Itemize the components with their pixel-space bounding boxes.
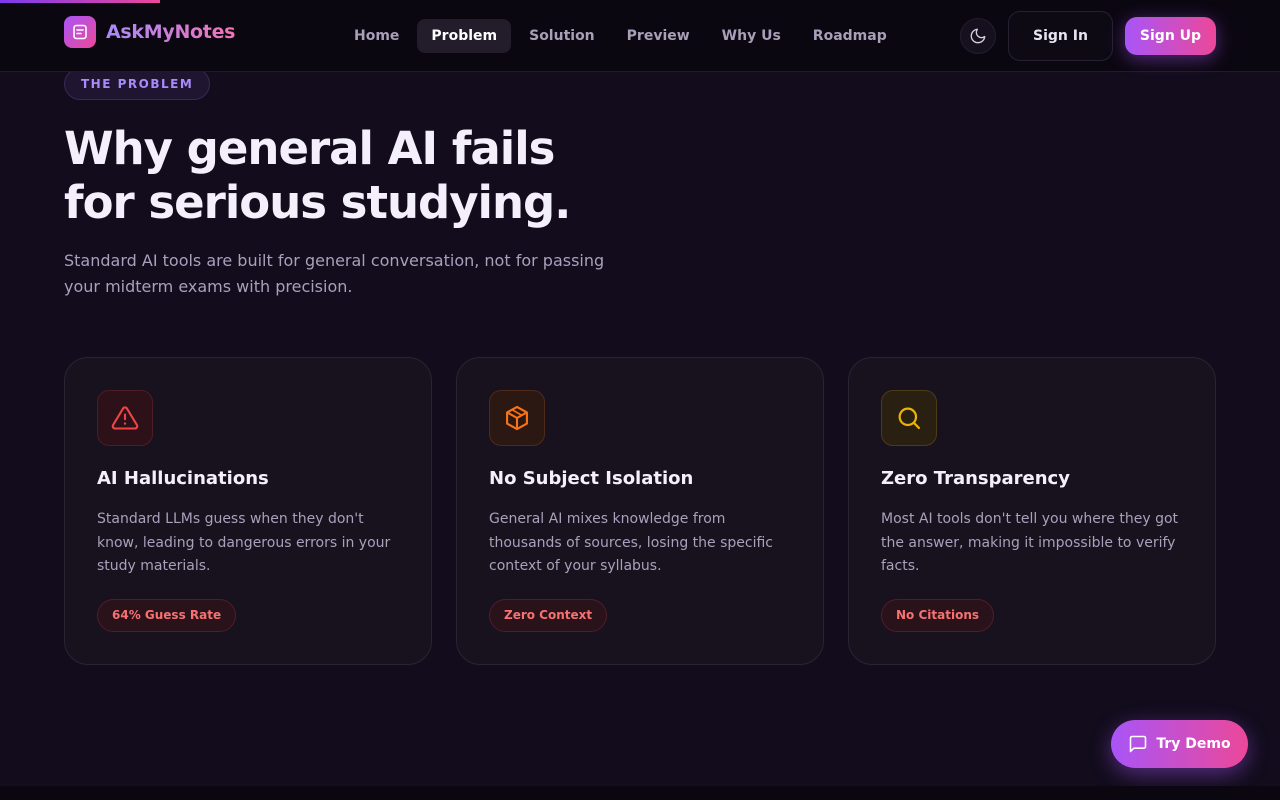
headline-line-1: Why general AI fails [64,122,555,175]
card-badge: No Citations [881,599,994,632]
try-demo-label: Try Demo [1156,736,1231,752]
card-badge: 64% Guess Rate [97,599,237,632]
card-description: Most AI tools don't tell you where they … [881,511,1179,574]
nav-link-roadmap[interactable]: Roadmap [799,19,901,53]
moon-icon [970,28,986,44]
section-eyebrow-badge: THE PROBLEM [64,68,211,100]
cube-icon [489,390,545,446]
theme-toggle-button[interactable] [960,18,996,54]
notes-icon [64,16,96,48]
card-title: AI Hallucinations [97,468,269,489]
section-headline: Why general AI fails for serious studyin… [64,122,764,230]
nav-links: Home Problem Solution Preview Why Us Roa… [340,19,905,53]
sign-up-button[interactable]: Sign Up [1125,17,1216,55]
card-title: Zero Transparency [881,468,1070,489]
nav-link-problem[interactable]: Problem [417,19,512,53]
scroll-progress-bar [0,0,160,3]
nav-link-home[interactable]: Home [340,19,413,53]
card-badge: Zero Context [489,599,608,632]
warning-triangle-icon [97,390,153,446]
search-icon [881,390,937,446]
card-description: Standard LLMs guess when they don't know… [97,511,391,574]
problem-card-transparency: Zero Transparency Most AI tools don't te… [848,357,1216,665]
card-title: No Subject Isolation [489,468,694,489]
chat-bubble-icon [1130,735,1147,753]
try-demo-button[interactable]: Try Demo [1111,720,1248,768]
card-description: General AI mixes knowledge from thousand… [489,511,773,574]
nav-link-preview[interactable]: Preview [613,19,704,53]
nav-link-solution[interactable]: Solution [515,19,609,53]
problem-card-hallucinations: AI Hallucinations Standard LLMs guess wh… [64,357,432,665]
sign-in-button[interactable]: Sign In [1008,11,1113,61]
brand-logo[interactable]: AskMyNotes [64,16,235,48]
top-navbar: AskMyNotes Home Problem Solution Preview… [0,0,1280,72]
problem-card-subject-isolation: No Subject Isolation General AI mixes kn… [456,357,824,665]
next-section-edge [0,786,1280,800]
headline-line-2: for serious studying. [64,176,571,229]
nav-link-why-us[interactable]: Why Us [708,19,795,53]
brand-name: AskMyNotes [106,21,236,43]
section-subtext: Standard AI tools are built for general … [64,251,605,296]
